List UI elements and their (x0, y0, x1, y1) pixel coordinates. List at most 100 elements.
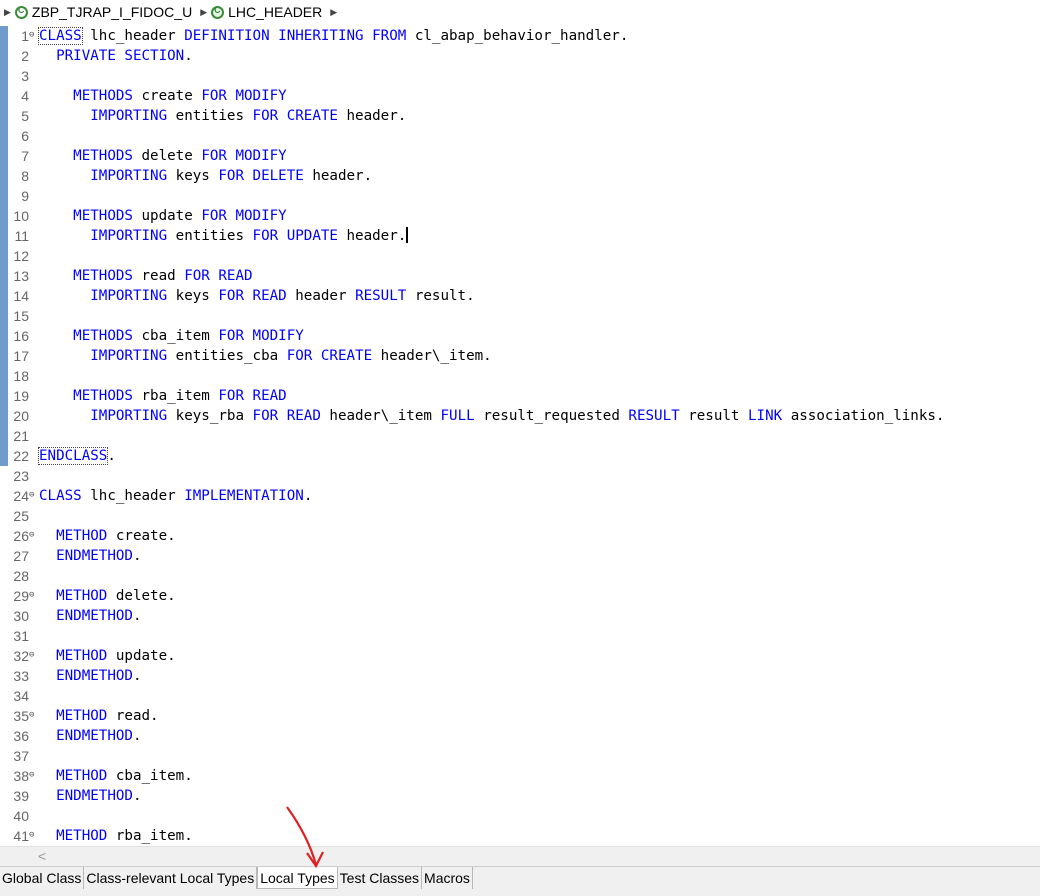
keyword: FOR DELETE (218, 168, 304, 184)
code-line[interactable]: 21 (0, 426, 1040, 446)
code-line[interactable]: 24 ⊖ CLASS lhc_header IMPLEMENTATION. (0, 486, 1040, 506)
tab-local-types[interactable]: Local Types (257, 867, 338, 889)
code-text[interactable]: CLASS lhc_header DEFINITION INHERITING F… (38, 26, 628, 46)
code-text[interactable]: METHODS delete FOR MODIFY (39, 146, 287, 166)
code-line[interactable]: 5 IMPORTING entities FOR CREATE header. (0, 106, 1040, 126)
tab-test-classes[interactable]: Test Classes (338, 867, 423, 889)
code-text[interactable]: IMPORTING entities FOR UPDATE header. (39, 226, 409, 246)
code-text[interactable]: METHOD create. (39, 526, 176, 546)
code-line[interactable]: 9 (0, 186, 1040, 206)
code-text[interactable]: METHOD update. (39, 646, 176, 666)
line-number: 33 (13, 668, 29, 684)
code-line[interactable]: 2 PRIVATE SECTION. (0, 46, 1040, 66)
chevron-right-icon[interactable]: ▶ (200, 7, 207, 18)
keyword: IMPORTING (90, 108, 168, 124)
code-line[interactable]: 23 (0, 466, 1040, 486)
code-line[interactable]: 16 METHODS cba_item FOR MODIFY (0, 326, 1040, 346)
fold-toggle-icon[interactable]: ⊖ (29, 31, 38, 40)
chevron-right-icon[interactable]: ▶ (4, 7, 11, 18)
code-line[interactable]: 38 ⊖ METHOD cba_item. (0, 766, 1040, 786)
code-text[interactable]: METHOD read. (39, 706, 159, 726)
line-number: 7 (21, 148, 29, 164)
code-line[interactable]: 31 (0, 626, 1040, 646)
code-line[interactable]: 33 ENDMETHOD. (0, 666, 1040, 686)
code-text[interactable]: ENDMETHOD. (39, 786, 141, 806)
fold-toggle-icon[interactable]: ⊖ (29, 491, 38, 500)
code-text[interactable]: METHODS update FOR MODIFY (39, 206, 287, 226)
code-line[interactable]: 32 ⊖ METHOD update. (0, 646, 1040, 666)
fold-toggle-icon[interactable]: ⊖ (29, 711, 38, 720)
horizontal-scrollbar[interactable]: < (0, 846, 1040, 867)
code-line[interactable]: 3 (0, 66, 1040, 86)
code-text[interactable]: ENDCLASS. (37, 446, 116, 466)
code-text[interactable]: METHOD cba_item. (39, 766, 193, 786)
code-line[interactable]: 11 IMPORTING entities FOR UPDATE header. (0, 226, 1040, 246)
code-line[interactable]: 36 ENDMETHOD. (0, 726, 1040, 746)
code-line[interactable]: 6 (0, 126, 1040, 146)
code-line[interactable]: 14 IMPORTING keys FOR READ header RESULT… (0, 286, 1040, 306)
fold-toggle-icon[interactable]: ⊖ (29, 531, 38, 540)
chevron-right-icon[interactable]: ▶ (330, 7, 337, 18)
code-text[interactable]: METHOD delete. (39, 586, 176, 606)
keyword: ENDMETHOD (56, 728, 133, 744)
code-text[interactable]: IMPORTING keys FOR DELETE header. (39, 166, 372, 186)
code-text[interactable]: CLASS lhc_header IMPLEMENTATION. (39, 486, 312, 506)
code-line[interactable]: 18 (0, 366, 1040, 386)
fold-toggle-icon[interactable]: ⊖ (29, 771, 38, 780)
code-text[interactable]: ENDMETHOD. (39, 666, 142, 686)
scroll-left-icon[interactable]: < (38, 848, 46, 864)
tab-global-class[interactable]: Global Class (0, 867, 85, 889)
code-text[interactable]: IMPORTING entities_cba FOR CREATE header… (39, 346, 491, 366)
code-line[interactable]: 41 ⊖ METHOD rba_item. (0, 826, 1040, 846)
code-token: cba_item. (107, 768, 193, 784)
code-line[interactable]: 15 (0, 306, 1040, 326)
code-line[interactable]: 4 METHODS create FOR MODIFY (0, 86, 1040, 106)
code-line[interactable]: 39 ENDMETHOD. (0, 786, 1040, 806)
code-token: . (132, 668, 142, 684)
code-line[interactable]: 26 ⊖ METHOD create. (0, 526, 1040, 546)
tab-macros[interactable]: Macros (422, 867, 473, 889)
code-line[interactable]: 8 IMPORTING keys FOR DELETE header. (0, 166, 1040, 186)
code-text[interactable]: IMPORTING entities FOR CREATE header. (39, 106, 406, 126)
code-line[interactable]: 17 IMPORTING entities_cba FOR CREATE hea… (0, 346, 1040, 366)
code-line[interactable]: 34 (0, 686, 1040, 706)
code-text[interactable]: ENDMETHOD. (39, 606, 141, 626)
code-text[interactable]: METHODS cba_item FOR MODIFY (39, 326, 304, 346)
code-line[interactable]: 28 (0, 566, 1040, 586)
code-line[interactable]: 25 (0, 506, 1040, 526)
code-text[interactable]: ENDMETHOD. (39, 546, 141, 566)
code-line[interactable]: 1 ⊖ CLASS lhc_header DEFINITION INHERITING… (0, 26, 1040, 46)
code-line[interactable]: 35 ⊖ METHOD read. (0, 706, 1040, 726)
code-line[interactable]: 29 ⊖ METHOD delete. (0, 586, 1040, 606)
fold-toggle-icon[interactable]: ⊖ (29, 591, 38, 600)
code-line[interactable]: 40 (0, 806, 1040, 826)
keyword: ENDMETHOD (56, 608, 133, 624)
code-line[interactable]: 27 ENDMETHOD. (0, 546, 1040, 566)
breadcrumb-item-class[interactable]: ZBP_TJRAP_I_FIDOC_U (32, 4, 192, 20)
code-line[interactable]: 22 ENDCLASS. (0, 446, 1040, 466)
code-line[interactable]: 12 (0, 246, 1040, 266)
code-line[interactable]: 19 METHODS rba_item FOR READ (0, 386, 1040, 406)
code-line[interactable]: 13 METHODS read FOR READ (0, 266, 1040, 286)
code-line[interactable]: 20 IMPORTING keys_rba FOR READ header\_i… (0, 406, 1040, 426)
code-line[interactable]: 30 ENDMETHOD. (0, 606, 1040, 626)
fold-toggle-icon[interactable]: ⊖ (29, 651, 38, 660)
code-text[interactable]: METHODS rba_item FOR READ (39, 386, 287, 406)
fold-toggle-icon[interactable]: ⊖ (29, 831, 38, 840)
code-text[interactable]: IMPORTING keys_rba FOR READ header\_item… (39, 406, 944, 426)
code-text[interactable]: METHOD rba_item. (39, 826, 193, 846)
code-text[interactable]: IMPORTING keys FOR READ header RESULT re… (39, 286, 474, 306)
breadcrumb-item-local-class[interactable]: LHC_HEADER (228, 4, 322, 20)
code-line[interactable]: 10 METHODS update FOR MODIFY (0, 206, 1040, 226)
code-text[interactable]: PRIVATE SECTION. (39, 46, 193, 66)
tab-class-relevant-local-types[interactable]: Class-relevant Local Types (84, 867, 258, 889)
code-line[interactable]: 37 (0, 746, 1040, 766)
code-editor[interactable]: 1 ⊖ CLASS lhc_header DEFINITION INHERITING… (0, 26, 1040, 846)
code-text[interactable]: METHODS read FOR READ (39, 266, 252, 286)
code-text[interactable]: ENDMETHOD. (39, 726, 141, 746)
code-line[interactable]: 7 METHODS delete FOR MODIFY (0, 146, 1040, 166)
code-text[interactable]: METHODS create FOR MODIFY (39, 86, 287, 106)
